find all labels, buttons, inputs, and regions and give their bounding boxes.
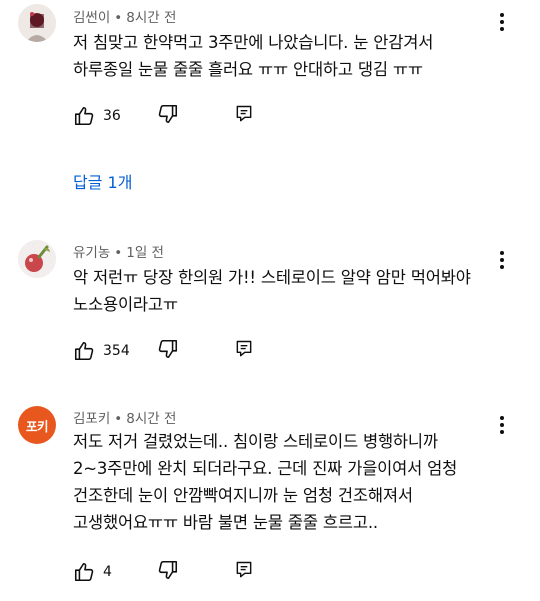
comment-meta: 김썬이 • 8시간 전 [73,10,177,26]
like-count: 4 [103,564,112,580]
avatar-initials: 포키 [25,418,49,434]
avatar-photo-icon [18,4,56,42]
comment-text: 악 저런ㅠ 당장 한의원 가!! 스테로이드 알약 암만 먹어봐야 노소용이라고… [73,268,471,314]
comment-text: 저 침맞고 한약먹고 3주만에 나았습니다. 눈 안감겨서 하루종일 눈물 줄줄… [73,33,434,79]
comment-meta: 유기농 • 1일 전 [73,245,164,261]
thumbs-down-icon [158,560,178,580]
like-button[interactable]: 354 [73,340,130,362]
avatar[interactable] [18,4,56,42]
author-name[interactable]: 김썬이 [73,10,110,26]
comment-text: 저도 저거 걸렸었는데.. 침이랑 스테로이드 병행하니까 2~3주만에 완치 … [73,432,458,532]
avatar-photo-icon [18,240,56,278]
avatar[interactable] [18,240,56,278]
thumbs-down-icon [158,339,178,359]
like-button[interactable]: 4 [73,561,112,583]
thumbs-up-icon [74,106,94,126]
thumbs-down-icon [158,104,178,124]
reply-button[interactable] [234,560,254,580]
comment-time[interactable]: 8시간 전 [126,10,176,26]
more-vertical-icon[interactable] [492,9,512,35]
thumbs-up-icon [74,562,94,582]
like-button[interactable]: 36 [73,105,121,127]
like-count: 354 [103,343,130,359]
comment-meta: 김포키 • 8시간 전 [73,411,177,427]
author-name[interactable]: 유기농 [73,245,110,261]
dislike-button[interactable] [157,559,179,581]
author-name[interactable]: 김포키 [73,411,110,427]
more-vertical-icon[interactable] [492,412,512,438]
comment-time[interactable]: 8시간 전 [126,411,176,427]
view-replies-link[interactable]: 답글 1개 [73,169,132,193]
reply-comment-icon [236,340,252,357]
reply-comment-icon [236,105,252,122]
avatar[interactable]: 포키 [18,406,56,444]
reply-button[interactable] [234,104,254,124]
comment-actions: 4 [73,559,252,585]
like-count: 36 [103,108,121,124]
thumbs-up-icon [74,341,94,361]
dislike-button[interactable] [157,103,179,125]
comment-actions: 36 [73,103,252,129]
comment-time[interactable]: 1일 전 [126,245,164,261]
more-vertical-icon[interactable] [492,247,512,273]
reply-comment-icon [236,561,252,578]
dislike-button[interactable] [157,338,179,360]
comment-actions: 354 [73,338,252,364]
reply-button[interactable] [234,339,254,359]
